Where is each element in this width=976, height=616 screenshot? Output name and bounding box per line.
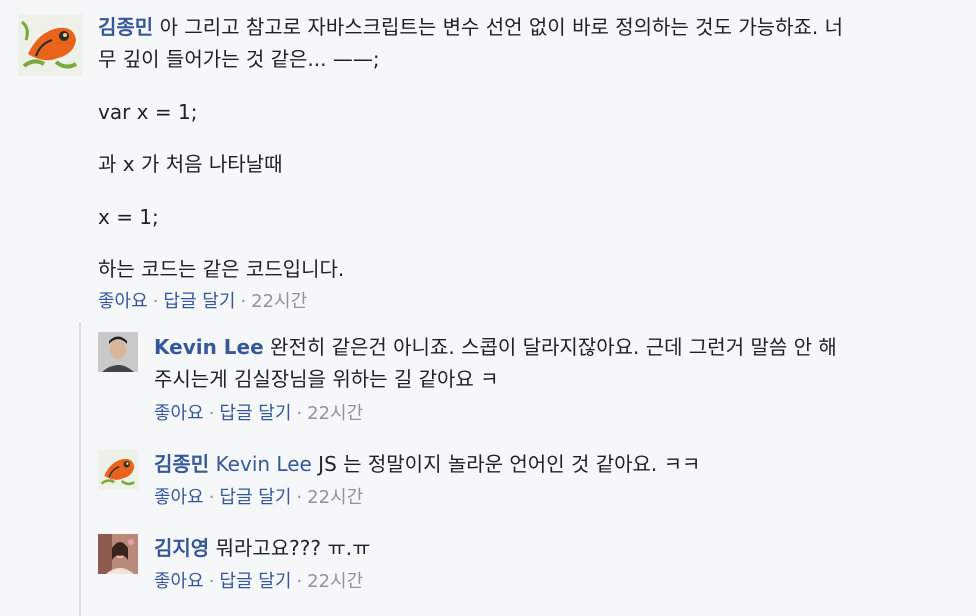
avatar-kimjongmin[interactable] [98,450,138,490]
main-comment-paragraph-4: 하는 코드는 같은 코드입니다. [98,257,345,281]
like-button[interactable]: 좋아요 [154,403,204,424]
reply-1-line-1: Kevin Lee 완전히 같은건 아니죠. 스콥이 달라지잖아요. 근데 그런… [154,334,954,361]
reply-button[interactable]: 답글 달기 [219,487,291,508]
reply-2-line-1: 김종민 Kevin Lee JS 는 정말이지 놀라운 언어인 것 같아요. ㅋ… [154,451,954,478]
reply-3-actions: 좋아요 · 답글 달기 · 22시간 [154,570,363,594]
reply-button[interactable]: 답글 달기 [163,291,235,312]
main-comment-author[interactable]: 김종민 [98,15,153,39]
separator-dot: · [208,403,215,424]
main-comment-text-1: 아 그리고 참고로 자바스크립트는 변수 선언 없이 바로 정의하는 것도 가능… [159,15,844,39]
reply-3-line-1: 김지영 뭐라고요??? ㅠ.ㅠ [154,535,954,562]
person-avatar-icon [98,534,138,574]
frog-avatar-icon [98,450,138,490]
timestamp[interactable]: 22시간 [307,487,363,508]
reply-3-author[interactable]: 김지영 [154,536,209,560]
main-comment-line-2: 무 깊이 들어가는 것 같은... ——; [98,47,380,71]
reply-1-line-2: 주시는게 김실장님을 위하는 길 같아요 ㅋ [154,367,499,391]
main-comment-actions: 좋아요 · 답글 달기 · 22시간 [98,290,307,314]
separator-dot: · [208,487,215,508]
main-comment-line-1: 김종민 아 그리고 참고로 자바스크립트는 변수 선언 없이 바로 정의하는 것… [98,14,958,41]
separator-dot: · [296,571,303,592]
like-button[interactable]: 좋아요 [154,571,204,592]
avatar-kevin-lee[interactable] [98,332,138,372]
reply-2-text: JS 는 정말이지 놀라운 언어인 것 같아요. ㅋㅋ [318,452,701,476]
separator-dot: · [296,403,303,424]
avatar-kimjiyoung[interactable] [98,534,138,574]
separator-dot: · [152,291,159,312]
separator-dot: · [240,291,247,312]
reply-button[interactable]: 답글 달기 [219,571,291,592]
reply-3-text: 뭐라고요??? ㅠ.ㅠ [215,536,371,560]
main-comment-paragraph-1: var x = 1; [98,100,198,124]
timestamp[interactable]: 22시간 [251,291,307,312]
person-avatar-icon [98,332,138,372]
timestamp[interactable]: 22시간 [307,403,363,424]
reply-1-author[interactable]: Kevin Lee [154,335,264,359]
reply-thread-line [79,322,81,616]
separator-dot: · [208,571,215,592]
reply-button[interactable]: 답글 달기 [219,403,291,424]
main-comment-paragraph-3: x = 1; [98,205,159,229]
frog-avatar-icon [18,14,82,76]
avatar-kimjongmin[interactable] [18,14,82,76]
separator-dot: · [296,487,303,508]
like-button[interactable]: 좋아요 [154,487,204,508]
timestamp[interactable]: 22시간 [307,571,363,592]
reply-1-text-1: 완전히 같은건 아니죠. 스콥이 달라지잖아요. 근데 그런거 말씀 안 해 [270,335,837,359]
reply-1-actions: 좋아요 · 답글 달기 · 22시간 [154,402,363,426]
main-comment-paragraph-2: 과 x 가 처음 나타날때 [98,152,283,176]
reply-2-author[interactable]: 김종민 [154,452,209,476]
like-button[interactable]: 좋아요 [98,291,148,312]
reply-2-mention[interactable]: Kevin Lee [216,452,312,476]
reply-2-actions: 좋아요 · 답글 달기 · 22시간 [154,486,363,510]
